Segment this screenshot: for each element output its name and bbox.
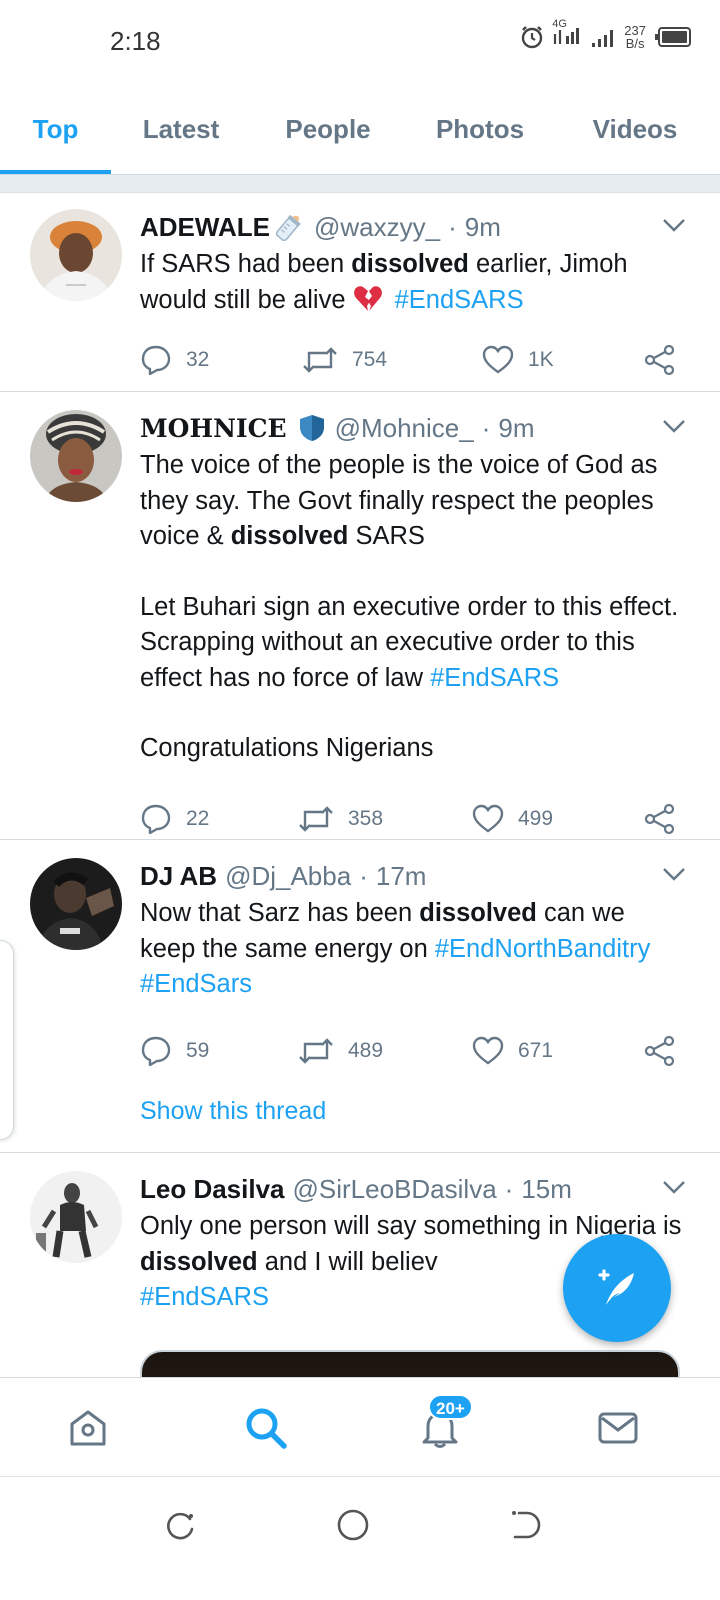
nav-home[interactable] [62, 1402, 114, 1454]
hashtag-link[interactable]: #EndSARS [430, 664, 559, 692]
tweet-menu-chevron-down-icon[interactable] [660, 416, 688, 436]
tweet-header: MOHNICE @Mohnice_ · 9m [140, 412, 535, 443]
author-name[interactable]: MOHNICE [140, 414, 287, 443]
signal-4g-icon: 4G [552, 18, 582, 51]
show-thread-link[interactable]: Show this thread [140, 1097, 326, 1126]
compose-tweet-button[interactable] [563, 1234, 671, 1342]
retweet-icon [299, 805, 333, 832]
search-tabs: Top Latest People Photos Videos [0, 84, 720, 174]
retweet-icon [303, 347, 337, 373]
author-handle: @waxzyy_ [314, 211, 441, 242]
avatar[interactable] [30, 1171, 122, 1263]
bottom-nav [0, 1377, 720, 1475]
reply-icon [141, 804, 171, 834]
tweet-text: The voice of the people is the voice of … [140, 451, 679, 762]
reply-button[interactable]: 22 [140, 799, 209, 839]
heart-icon [472, 1036, 504, 1064]
avatar[interactable] [30, 858, 122, 950]
signal-bars-icon [592, 29, 614, 47]
reply-icon [141, 345, 171, 376]
nav-messages[interactable] [592, 1402, 644, 1454]
tab-top[interactable]: Top [0, 84, 111, 174]
tweet-header: DJ AB @Dj_Abba · 17m [140, 860, 427, 892]
like-button[interactable]: 499 [472, 799, 553, 839]
tweet-text: If SARS had been dissolved earlier, Jimo… [140, 250, 628, 314]
avatar[interactable] [30, 410, 122, 502]
tweet-text: Now that Sarz has been dissolved can we … [140, 899, 651, 998]
tweet-actions: 59 489 671 [140, 1031, 684, 1071]
author-name[interactable]: Leo Dasilva [140, 1174, 285, 1205]
tweet-item[interactable]: DJ AB @Dj_Abba · 17m Now that Sarz has b… [0, 840, 720, 1153]
tweet-actions: 22 358 499 [140, 799, 684, 839]
blue-shield-icon [299, 415, 324, 441]
alarm-icon [522, 25, 543, 48]
author-handle: @Mohnice_ [334, 412, 474, 443]
tweet-feed[interactable]: ADEWALE @waxzyy_ · 9m If SARS had been d… [0, 193, 720, 1403]
retweet-button[interactable]: 754 [302, 340, 387, 380]
tweet-item[interactable]: MOHNICE @Mohnice_ · 9m The voice of the … [0, 392, 720, 840]
tweet-menu-chevron-down-icon[interactable] [660, 1177, 688, 1197]
hashtag-link[interactable]: #EndSARS [395, 286, 524, 314]
share-icon [644, 803, 675, 834]
status-time: 2:18 [110, 26, 161, 56]
author-name[interactable]: ADEWALE [140, 212, 270, 243]
network-speed: 237 B/s [624, 22, 646, 51]
share-button[interactable] [644, 799, 676, 839]
notifications-badge: 20+ [428, 1394, 473, 1420]
share-button[interactable] [644, 340, 676, 380]
tweet-menu-chevron-down-icon[interactable] [660, 864, 688, 884]
tweet-header: ADEWALE @waxzyy_ · 9m [140, 209, 684, 245]
tweet-time: 9m [498, 412, 535, 443]
avatar[interactable] [30, 209, 122, 301]
retweet-button[interactable]: 358 [298, 799, 383, 839]
like-button[interactable]: 671 [472, 1031, 553, 1071]
status-icons: 4G 237 B/s [520, 18, 692, 51]
hashtag-link[interactable]: #EndSars [140, 970, 252, 998]
share-icon [644, 1035, 675, 1066]
tab-videos[interactable]: Videos [555, 84, 715, 174]
tweet-actions: 32 754 1K [140, 340, 684, 380]
reply-button[interactable]: 59 [140, 1031, 209, 1071]
tweet-header: Leo Dasilva @SirLeoBDasilva · 15m [140, 1173, 572, 1205]
like-button[interactable]: 1K [482, 340, 554, 380]
recent-apps-icon[interactable] [160, 1505, 200, 1545]
tab-photos[interactable]: Photos [405, 84, 555, 174]
tweet-time: 15m [521, 1173, 572, 1204]
messages-envelope-icon [598, 1412, 638, 1444]
heart-icon [472, 804, 504, 832]
author-handle: @Dj_Abba [225, 860, 352, 891]
tab-latest[interactable]: Latest [111, 84, 251, 174]
heart-icon [482, 345, 514, 374]
nav-search[interactable] [240, 1402, 292, 1454]
reply-button[interactable]: 32 [140, 340, 209, 380]
tab-people[interactable]: People [251, 84, 405, 174]
battery-icon [655, 26, 691, 47]
author-name[interactable]: DJ AB [140, 861, 217, 892]
share-button[interactable] [644, 1031, 676, 1071]
baby-bottle-icon [275, 214, 301, 242]
home-icon [70, 1410, 106, 1446]
system-nav-bar [0, 1476, 720, 1600]
broken-heart-icon [353, 285, 382, 311]
reply-icon [141, 1036, 171, 1066]
compose-feather-icon [598, 1269, 634, 1305]
tweet-menu-chevron-down-icon[interactable] [660, 215, 688, 235]
back-icon[interactable] [505, 1505, 545, 1545]
status-bar: 2:18 4G 237 B/s [0, 0, 720, 80]
tweet-item[interactable]: ADEWALE @waxzyy_ · 9m If SARS had been d… [0, 193, 720, 392]
retweet-icon [299, 1037, 333, 1064]
share-icon [644, 344, 675, 376]
tweet-time: 9m [464, 211, 501, 242]
hashtag-link[interactable]: #EndNorthBanditry [435, 935, 650, 963]
author-handle: @SirLeoBDasilva [292, 1173, 497, 1204]
retweet-button[interactable]: 489 [298, 1031, 383, 1071]
side-peek-card[interactable] [0, 940, 14, 1140]
home-circle-icon[interactable] [333, 1505, 373, 1545]
tabs-separator-band [0, 175, 720, 193]
search-icon [246, 1408, 287, 1449]
tweet-time: 17m [375, 860, 427, 891]
hashtag-link[interactable]: #EndSARS [140, 1283, 269, 1311]
